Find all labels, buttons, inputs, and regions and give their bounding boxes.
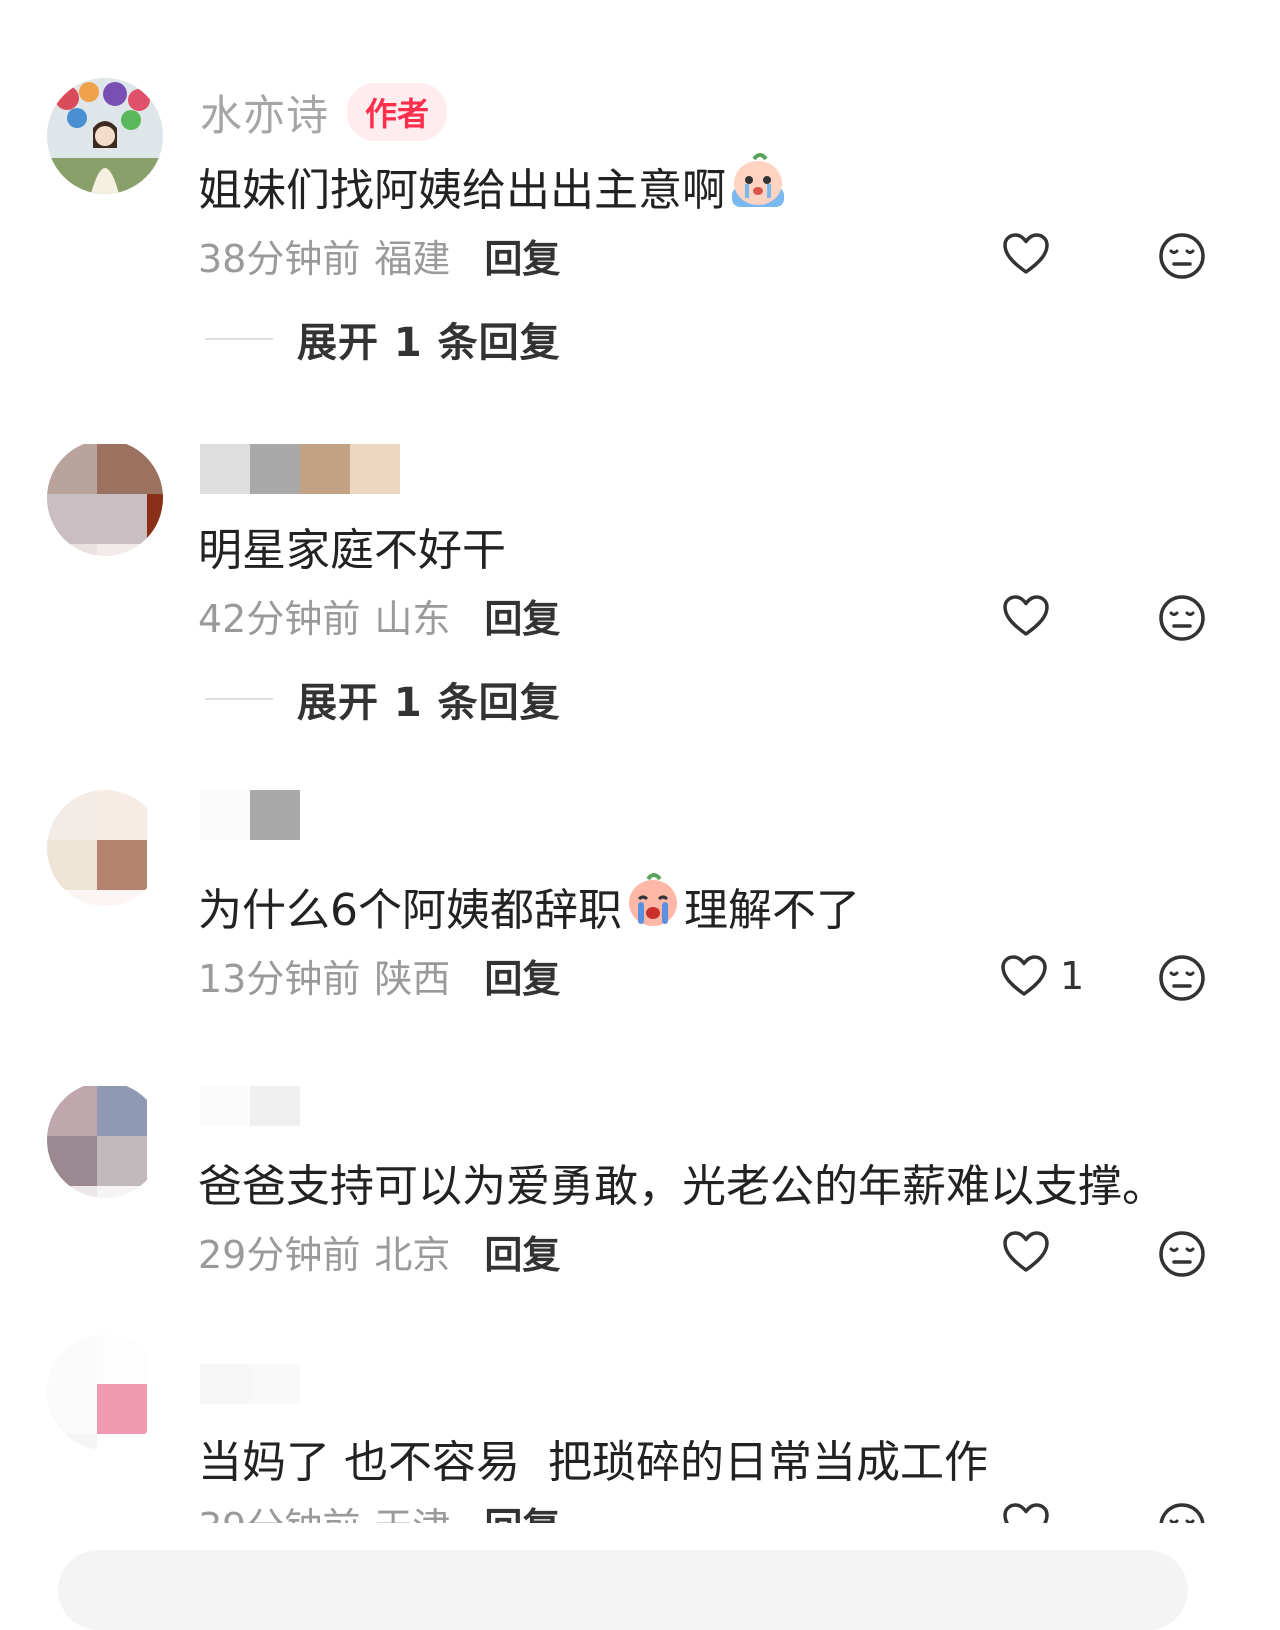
- avatar-mosaic: [47, 444, 163, 556]
- comment-text: 明星家庭不好干: [198, 516, 506, 576]
- comment-text-body: 爸爸支持可以为爱勇敢，光老公的年薪难以支撑。: [198, 1161, 1166, 1212]
- like-button[interactable]: [1002, 594, 1062, 638]
- meh-face-icon: [1159, 1231, 1205, 1277]
- expand-replies-label: 展开 1 条回复: [297, 320, 561, 366]
- reply-button[interactable]: 回复: [484, 1233, 560, 1277]
- heart-icon: [1003, 595, 1049, 636]
- comment-location: 山东: [374, 597, 451, 641]
- avatar[interactable]: [47, 1334, 163, 1450]
- username[interactable]: 水亦诗: [200, 82, 329, 143]
- comment-text-body: 明星家庭不好干: [198, 525, 506, 576]
- username-blurred[interactable]: [200, 790, 300, 840]
- reply-button[interactable]: 回复: [484, 237, 560, 281]
- meh-face-icon: [1159, 955, 1205, 1001]
- expand-replies-button[interactable]: 展开 1 条回复: [205, 670, 561, 728]
- avatar[interactable]: [47, 440, 163, 556]
- comment-text: 姐妹们找阿姨给出出主意啊: [198, 152, 790, 216]
- dislike-button[interactable]: [1158, 1230, 1206, 1282]
- username-blurred[interactable]: [200, 444, 400, 494]
- expand-replies-label: 展开 1 条回复: [297, 680, 561, 726]
- avatar-image: [47, 78, 163, 194]
- expand-replies-button[interactable]: 展开 1 条回复: [205, 310, 561, 368]
- comment-time: 38分钟前: [198, 237, 361, 281]
- like-count: 1: [1060, 954, 1085, 998]
- reply-button[interactable]: 回复: [484, 957, 560, 1001]
- heart-icon: [1003, 233, 1049, 274]
- comment-location: 福建: [374, 237, 451, 281]
- avatar-mosaic: [47, 1086, 163, 1198]
- comment-meta: 13分钟前 陕西 回复: [198, 948, 560, 1003]
- crying-emoji-icon: [728, 152, 788, 220]
- heart-icon: [1003, 1231, 1049, 1272]
- avatar[interactable]: [47, 1082, 163, 1198]
- username-blurred[interactable]: [200, 1086, 300, 1126]
- comment-time: 29分钟前: [198, 1233, 361, 1277]
- dislike-button[interactable]: [1158, 232, 1206, 284]
- author-badge: 作者: [347, 83, 448, 141]
- comment-location: 陕西: [374, 957, 451, 1001]
- expand-divider: [205, 698, 273, 700]
- avatar[interactable]: [47, 790, 163, 906]
- scroll-clip: [0, 1523, 1280, 1553]
- comment-text: 为什么6个阿姨都辞职 理解不了: [198, 872, 860, 936]
- like-button[interactable]: [1002, 1230, 1062, 1274]
- avatar-mosaic: [47, 790, 163, 906]
- dislike-button[interactable]: [1158, 954, 1206, 1006]
- meh-face-icon: [1159, 233, 1205, 279]
- comment-meta: 38分钟前 福建 回复: [198, 228, 560, 283]
- crying-emoji-icon: [624, 872, 682, 940]
- comment-input-bar[interactable]: [58, 1550, 1188, 1630]
- avatar[interactable]: [47, 78, 163, 194]
- meh-face-icon: [1159, 595, 1205, 641]
- dislike-button[interactable]: [1158, 594, 1206, 646]
- comment-meta: 29分钟前 北京 回复: [198, 1224, 560, 1279]
- name-row: [200, 790, 300, 840]
- like-button[interactable]: 1: [1000, 954, 1084, 998]
- comment-text-body: 为什么6个阿姨都辞职: [198, 885, 622, 936]
- like-button[interactable]: [1002, 232, 1062, 276]
- comment-time: 42分钟前: [198, 597, 361, 641]
- comment-location: 北京: [374, 1233, 451, 1277]
- heart-icon: [1001, 955, 1047, 996]
- name-row: [200, 1364, 300, 1404]
- comment-time: 13分钟前: [198, 957, 361, 1001]
- comment-text: 爸爸支持可以为爱勇敢，光老公的年薪难以支撑。: [198, 1152, 1166, 1212]
- reply-button[interactable]: 回复: [484, 597, 560, 641]
- expand-divider: [205, 338, 273, 340]
- name-row: 水亦诗 作者: [200, 82, 448, 143]
- comment-text-body: 当妈了 也不容易 把琐碎的日常当成工作: [198, 1437, 988, 1488]
- comment-text-body: 姐妹们找阿姨给出出主意啊: [198, 165, 726, 216]
- name-row: [200, 1086, 300, 1126]
- comment-text-tail: 理解不了: [684, 885, 860, 936]
- avatar-mosaic: [47, 1334, 163, 1450]
- comment-meta: 42分钟前 山东 回复: [198, 588, 560, 643]
- comment-text: 当妈了 也不容易 把琐碎的日常当成工作: [198, 1428, 988, 1488]
- name-row: [200, 444, 400, 494]
- username-blurred[interactable]: [200, 1364, 300, 1404]
